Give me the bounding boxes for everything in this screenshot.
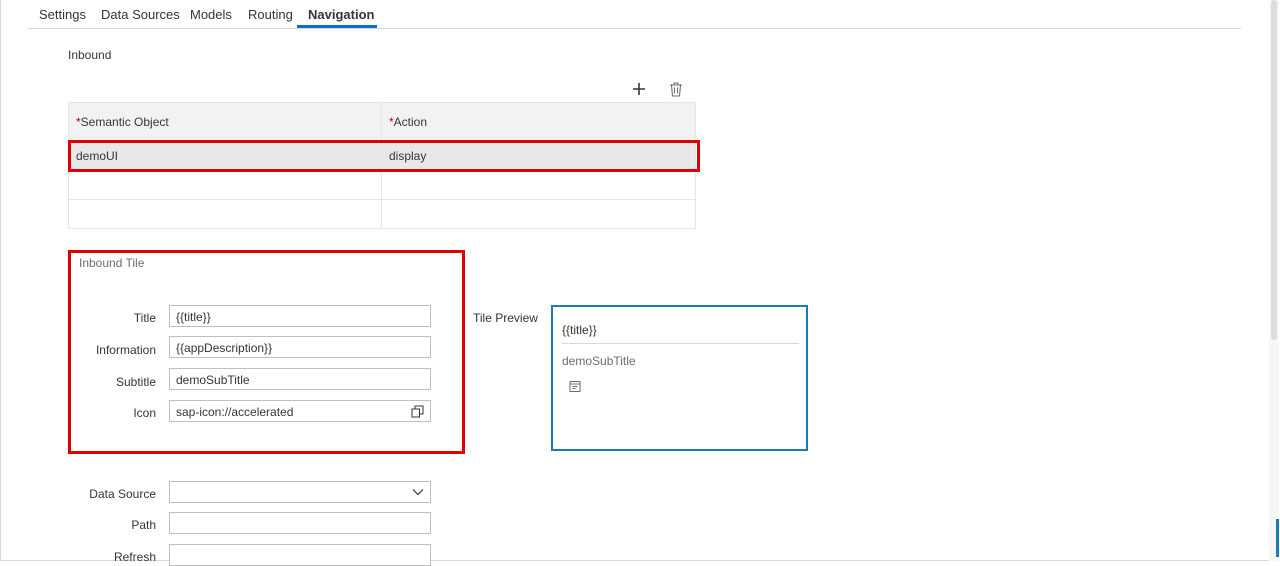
copy-icon[interactable] xyxy=(409,403,425,419)
icon-input-value: sap-icon://accelerated xyxy=(176,405,294,419)
tab-bar: Settings Data Sources Models Routing Nav… xyxy=(28,0,1241,29)
cell-action[interactable] xyxy=(381,170,696,200)
plus-icon[interactable] xyxy=(630,80,648,98)
subtitle-label: Subtitle xyxy=(115,375,156,389)
icon-input[interactable]: sap-icon://accelerated xyxy=(169,400,431,422)
scrollbar-thumb[interactable] xyxy=(1271,0,1277,340)
tab-settings[interactable]: Settings xyxy=(39,7,86,22)
inbound-label: Inbound xyxy=(68,48,112,62)
inbound-tile-label: Inbound Tile xyxy=(79,256,145,270)
tab-navigation[interactable]: Navigation xyxy=(308,7,374,22)
subtitle-input[interactable]: demoSubTitle xyxy=(169,368,431,390)
trash-icon[interactable] xyxy=(667,80,685,98)
refresh-input[interactable] xyxy=(169,544,431,566)
tab-routing[interactable]: Routing xyxy=(248,7,293,22)
data-source-select[interactable] xyxy=(169,481,431,503)
path-label: Path xyxy=(131,518,156,532)
table-row[interactable] xyxy=(68,199,696,229)
tile-preview: {{title}} demoSubTitle xyxy=(551,305,808,451)
tile-preview-title: {{title}} xyxy=(562,323,597,337)
title-input[interactable]: {{title}} xyxy=(169,305,431,327)
title-label: Title xyxy=(133,311,156,325)
table-header: *Semantic Object *Action xyxy=(68,102,696,142)
data-source-label: Data Source xyxy=(89,487,156,501)
column-header-semantic-object[interactable]: *Semantic Object xyxy=(68,102,382,142)
tab-models[interactable]: Models xyxy=(190,7,232,22)
column-header-action[interactable]: *Action xyxy=(381,102,696,142)
cell-semantic-object[interactable] xyxy=(68,170,382,200)
scroll-marker xyxy=(1276,519,1279,557)
accelerated-icon xyxy=(569,380,581,398)
path-input[interactable] xyxy=(169,512,431,534)
row-highlight-box xyxy=(68,140,700,172)
active-tab-indicator xyxy=(297,25,377,28)
chevron-down-icon[interactable] xyxy=(410,484,426,500)
information-input[interactable]: {{appDescription}} xyxy=(169,336,431,358)
tab-data-sources[interactable]: Data Sources xyxy=(101,7,180,22)
icon-label: Icon xyxy=(133,406,156,420)
table-row[interactable] xyxy=(68,170,696,200)
tile-preview-divider xyxy=(562,343,799,344)
tile-preview-label: Tile Preview xyxy=(473,311,538,325)
column-label: Action xyxy=(393,115,428,129)
information-label: Information xyxy=(95,343,156,357)
column-label: Semantic Object xyxy=(80,115,169,129)
cell-semantic-object[interactable] xyxy=(68,199,382,229)
cell-action[interactable] xyxy=(381,199,696,229)
tile-preview-subtitle: demoSubTitle xyxy=(562,354,636,368)
